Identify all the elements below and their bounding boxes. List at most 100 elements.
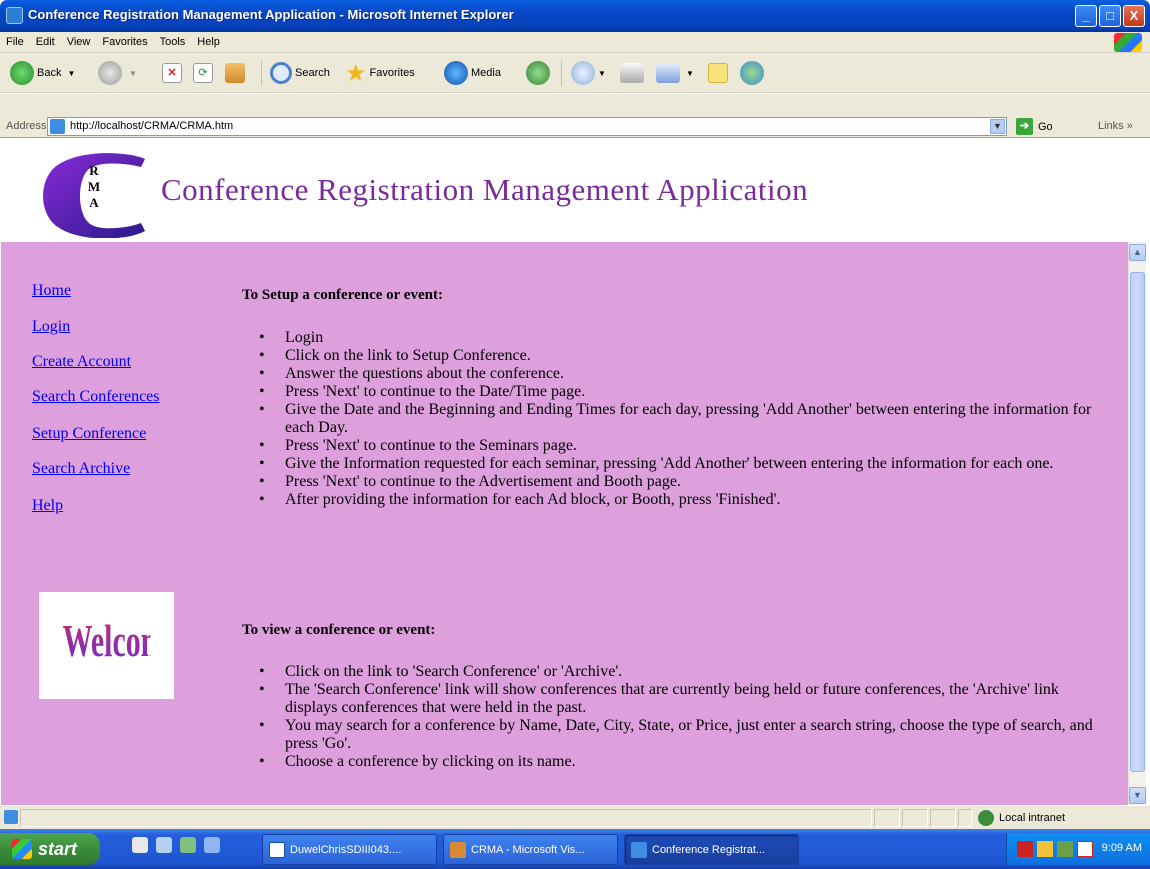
back-button[interactable]: Back ▼ bbox=[10, 59, 75, 87]
start-button[interactable]: start bbox=[0, 833, 100, 865]
discuss-button[interactable] bbox=[708, 59, 728, 87]
word-icon bbox=[269, 841, 285, 858]
edit-button[interactable]: ▼ bbox=[656, 59, 694, 87]
list-item: Choose a conference by clicking on its n… bbox=[259, 753, 1099, 771]
nav-link-help[interactable]: Help bbox=[32, 497, 63, 515]
nav-link-setup-conference[interactable]: Setup Conference bbox=[32, 425, 146, 443]
list-item: After providing the information for each… bbox=[259, 491, 1099, 509]
list-item: You may search for a conference by Name,… bbox=[259, 717, 1099, 753]
status-cell bbox=[930, 809, 956, 827]
links-button[interactable]: Links » bbox=[1098, 120, 1133, 132]
stop-icon: ✕ bbox=[162, 63, 182, 83]
history-icon bbox=[526, 61, 550, 85]
vertical-scrollbar[interactable]: ▲ ▼ bbox=[1128, 242, 1146, 805]
view-steps-list: Click on the link to 'Search Conference'… bbox=[259, 663, 1099, 771]
menu-favorites[interactable]: Favorites bbox=[96, 32, 153, 48]
chevron-down-icon[interactable]: ▼ bbox=[990, 119, 1005, 134]
welcome-image: Welcome bbox=[39, 592, 179, 699]
chevron-down-icon: ▼ bbox=[129, 68, 137, 78]
list-item: Login bbox=[259, 329, 1099, 347]
search-button[interactable]: Search bbox=[270, 59, 330, 87]
quicklaunch-icon[interactable] bbox=[180, 837, 196, 853]
setup-steps-list: Login Click on the link to Setup Confere… bbox=[259, 329, 1099, 509]
back-arrow-icon bbox=[10, 61, 34, 85]
logo-letters: R M A bbox=[87, 163, 101, 210]
page-status-icon bbox=[4, 810, 18, 824]
view-heading: To view a conference or event: bbox=[242, 622, 436, 638]
mail-button[interactable]: ▼ bbox=[571, 59, 606, 87]
page-icon bbox=[50, 119, 65, 134]
print-button[interactable] bbox=[620, 59, 644, 87]
nav-link-search-archive[interactable]: Search Archive bbox=[32, 460, 130, 478]
address-input[interactable]: http://localhost/CRMA/CRMA.htm ▼ bbox=[47, 117, 1007, 136]
scroll-down-arrow-icon[interactable]: ▼ bbox=[1129, 787, 1146, 804]
menu-help[interactable]: Help bbox=[191, 32, 226, 48]
status-cell bbox=[874, 809, 900, 827]
security-zone: Local intranet bbox=[978, 810, 1065, 826]
site-banner: R M A Conference Registration Management… bbox=[1, 138, 1149, 242]
system-tray: 9:09 AM bbox=[1006, 833, 1150, 865]
menu-bar: File Edit View Favorites Tools Help bbox=[0, 32, 1150, 53]
maximize-button[interactable]: □ bbox=[1099, 5, 1121, 27]
window-title-bar[interactable]: Conference Registration Management Appli… bbox=[0, 0, 1150, 32]
site-heading: Conference Registration Management Appli… bbox=[161, 172, 809, 207]
window-title: Conference Registration Management Appli… bbox=[28, 7, 514, 22]
task-visual-studio[interactable]: CRMA - Microsoft Vis... bbox=[443, 834, 618, 865]
history-button[interactable] bbox=[526, 59, 553, 87]
nav-link-create-account[interactable]: Create Account bbox=[32, 353, 131, 371]
media-button[interactable]: Media bbox=[444, 59, 501, 87]
address-label: Address bbox=[6, 120, 47, 132]
list-item: Give the Information requested for each … bbox=[259, 455, 1099, 473]
refresh-button[interactable]: ⟳ bbox=[193, 59, 213, 87]
list-item: Press 'Next' to continue to the Advertis… bbox=[259, 473, 1099, 491]
windows-flag-icon bbox=[12, 839, 32, 859]
list-item: The 'Search Conference' link will show c… bbox=[259, 681, 1099, 717]
home-icon bbox=[225, 63, 245, 83]
quicklaunch-icon[interactable] bbox=[156, 837, 172, 853]
menu-view[interactable]: View bbox=[61, 32, 97, 48]
chevron-down-icon: ▼ bbox=[67, 68, 76, 78]
messenger-button[interactable] bbox=[740, 59, 767, 87]
visual-studio-icon bbox=[450, 841, 466, 858]
search-icon bbox=[270, 62, 292, 84]
scroll-up-arrow-icon[interactable]: ▲ bbox=[1129, 244, 1146, 261]
tray-icon[interactable] bbox=[1057, 841, 1073, 857]
print-icon bbox=[620, 63, 644, 83]
quicklaunch-icon[interactable] bbox=[132, 837, 148, 853]
nav-link-search-conferences[interactable]: Search Conferences bbox=[32, 388, 160, 406]
list-item: Give the Date and the Beginning and Endi… bbox=[259, 401, 1099, 437]
address-url: http://localhost/CRMA/CRMA.htm bbox=[70, 120, 234, 132]
minimize-button[interactable]: _ bbox=[1075, 5, 1097, 27]
status-bar: Local intranet bbox=[0, 805, 1150, 829]
forward-arrow-icon bbox=[98, 61, 122, 85]
tray-icon[interactable] bbox=[1077, 841, 1093, 857]
list-item: Press 'Next' to continue to the Seminars… bbox=[259, 437, 1099, 455]
menu-file[interactable]: File bbox=[0, 32, 30, 48]
tray-icon[interactable] bbox=[1017, 841, 1033, 857]
star-icon: ★ bbox=[345, 59, 367, 87]
windows-logo-icon bbox=[1114, 33, 1142, 52]
status-text-cell bbox=[20, 809, 872, 827]
scrollbar-thumb[interactable] bbox=[1130, 272, 1145, 772]
nav-link-home[interactable]: Home bbox=[32, 282, 71, 300]
task-internet-explorer[interactable]: Conference Registrat... bbox=[624, 834, 799, 865]
taskbar: start DuwelChrisSDIII043.... CRMA - Micr… bbox=[0, 829, 1150, 869]
address-bar: Address http://localhost/CRMA/CRMA.htm ▼… bbox=[0, 116, 1150, 138]
home-button[interactable] bbox=[225, 59, 245, 87]
stop-button[interactable]: ✕ bbox=[162, 59, 182, 87]
go-arrow-icon: ➔ bbox=[1016, 118, 1033, 135]
go-button[interactable]: ➔ Go bbox=[1016, 118, 1053, 135]
toolbar: Back ▼ ▼ ✕ ⟳ Search ★ Favorites Media ▼ ▼ bbox=[0, 53, 1150, 93]
setup-heading: To Setup a conference or event: bbox=[242, 287, 443, 303]
tray-icon[interactable] bbox=[1037, 841, 1053, 857]
menu-edit[interactable]: Edit bbox=[30, 32, 61, 48]
menu-tools[interactable]: Tools bbox=[154, 32, 192, 48]
close-button[interactable]: X bbox=[1123, 5, 1145, 27]
status-cell bbox=[958, 809, 972, 827]
task-word-document[interactable]: DuwelChrisSDIII043.... bbox=[262, 834, 437, 865]
forward-button[interactable]: ▼ bbox=[98, 59, 137, 87]
favorites-button[interactable]: ★ Favorites bbox=[345, 59, 415, 87]
nav-link-login[interactable]: Login bbox=[32, 318, 70, 336]
ie-icon[interactable] bbox=[204, 837, 220, 853]
page-content: Home Login Create Account Search Confere… bbox=[1, 242, 1128, 805]
